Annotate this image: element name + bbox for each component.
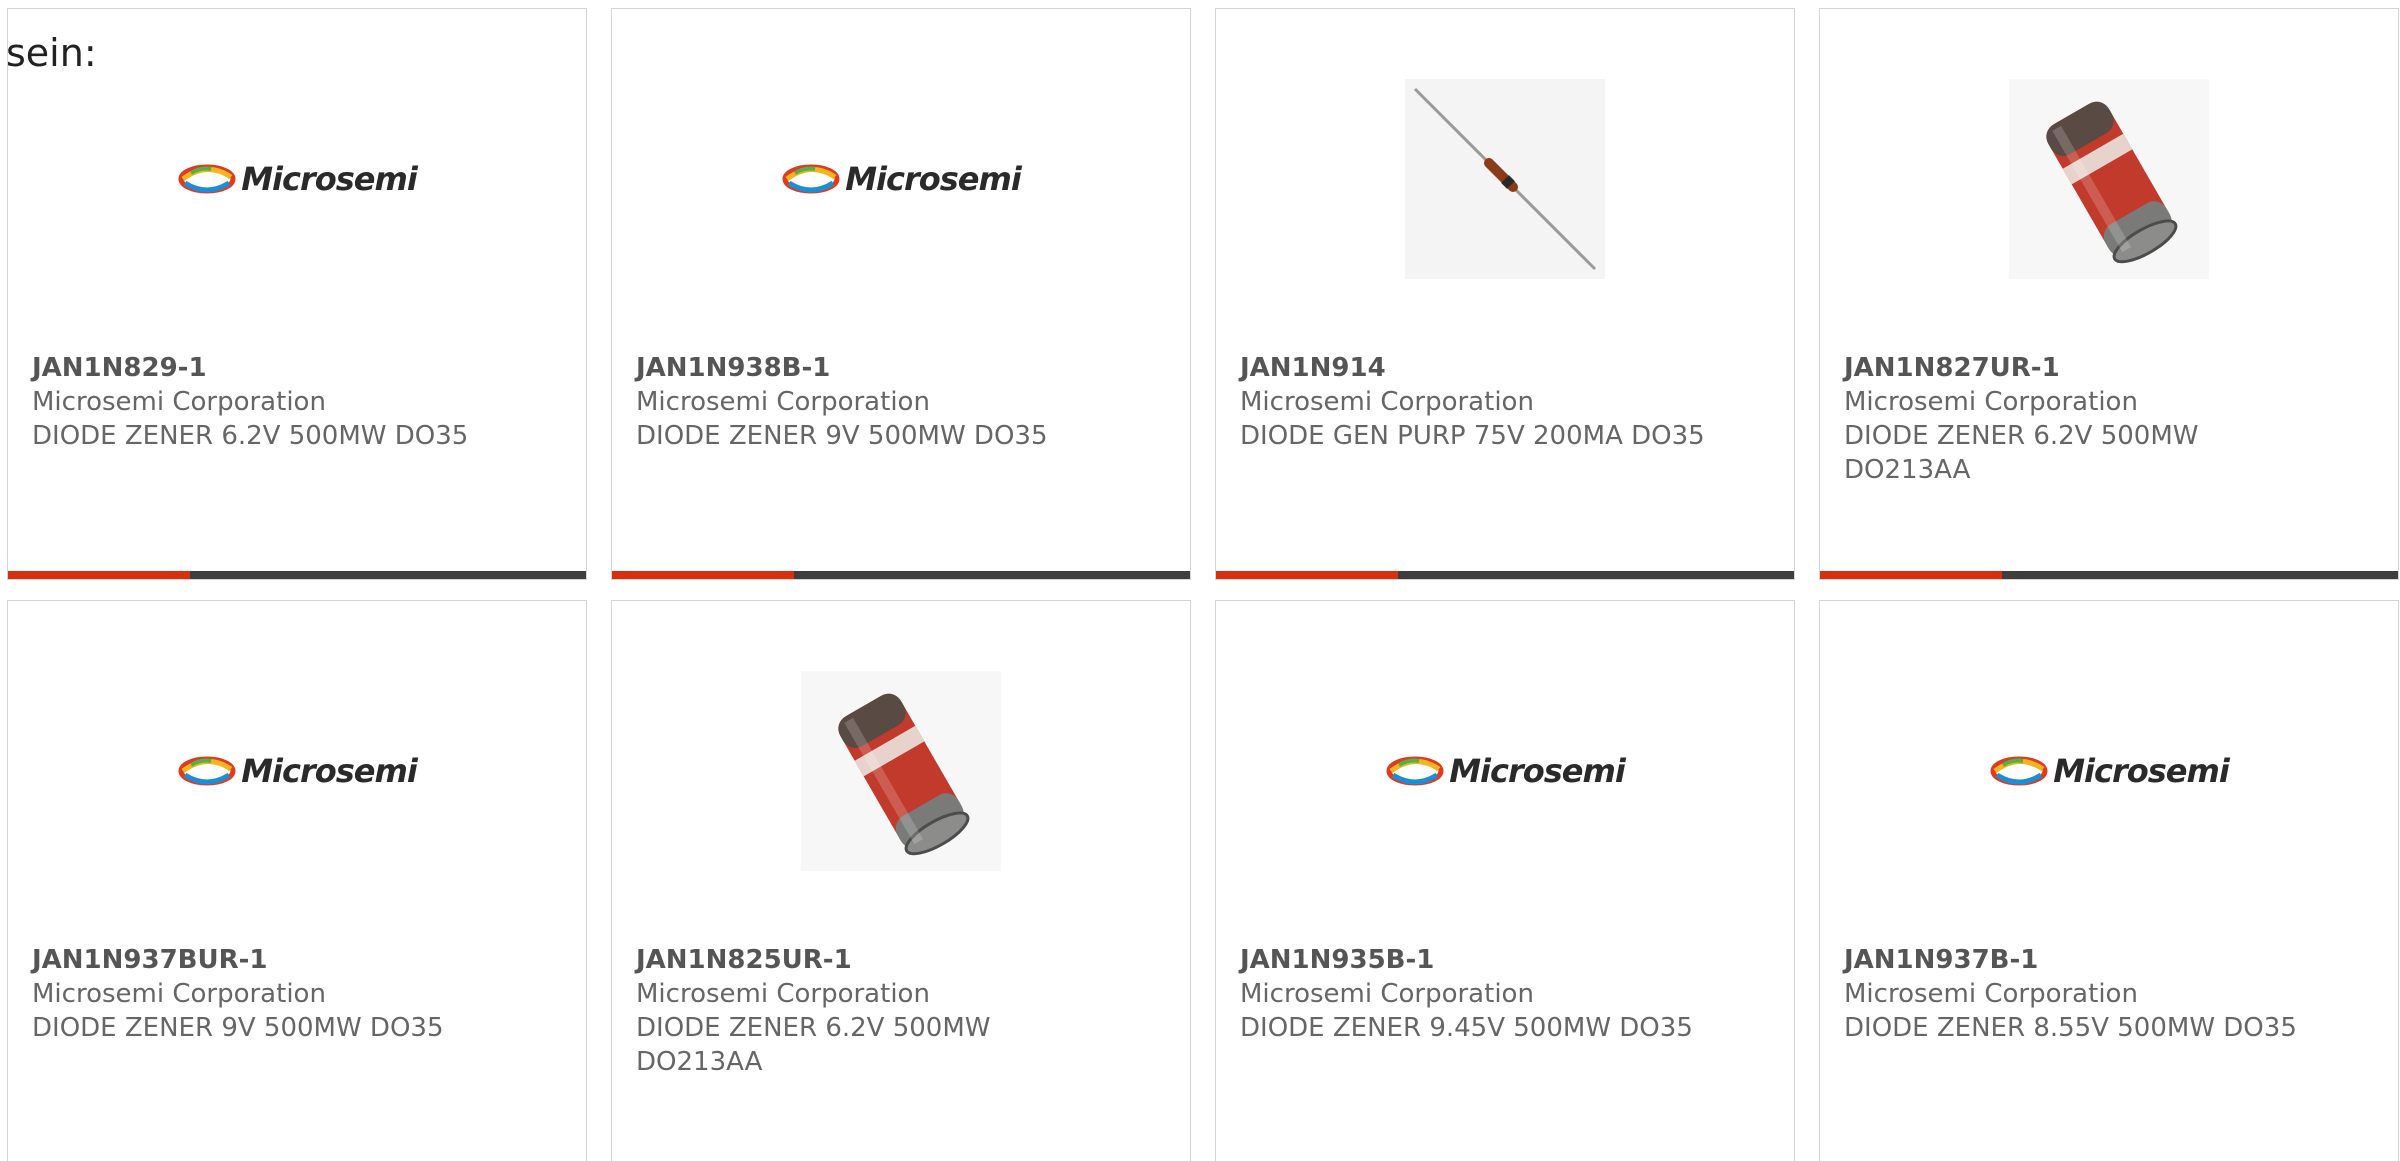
part-number-link[interactable]: JAN1N935B-1 <box>1240 943 1770 977</box>
product-description: DIODE ZENER 9V 500MW DO35 <box>636 421 1048 451</box>
product-info: JAN1N914 Microsemi Corporation DIODE GEN… <box>1240 351 1770 453</box>
microsemi-logo: Microsemi <box>1989 751 2230 791</box>
product-description: DIODE GEN PURP 75V 200MA DO35 <box>1240 421 1705 451</box>
product-image[interactable] <box>612 671 1190 871</box>
microsemi-logo: Microsemi <box>1385 751 1626 791</box>
melf-diode-icon <box>801 671 1001 871</box>
manufacturer-name: Microsemi Corporation <box>32 387 326 417</box>
card-footer-bar <box>1820 571 2398 579</box>
microsemi-logo: Microsemi <box>177 159 418 199</box>
product-card[interactable]: JAN1N914 Microsemi Corporation DIODE GEN… <box>1215 8 1795 580</box>
product-description: DIODE ZENER 6.2V 500MW DO213AA <box>1844 421 2199 485</box>
product-image[interactable] <box>1820 79 2398 279</box>
product-image[interactable]: Microsemi <box>612 79 1190 279</box>
product-grid: Microsemi JAN1N829-1 Microsemi Corporati… <box>7 8 2399 1161</box>
logo-text: Microsemi <box>2053 752 2230 790</box>
product-card[interactable]: Microsemi JAN1N935B-1 Microsemi Corporat… <box>1215 600 1795 1161</box>
manufacturer-name: Microsemi Corporation <box>1240 387 1534 417</box>
part-number-link[interactable]: JAN1N825UR-1 <box>636 943 1166 977</box>
product-info: JAN1N935B-1 Microsemi Corporation DIODE … <box>1240 943 1770 1045</box>
microsemi-logo: Microsemi <box>177 751 418 791</box>
product-card[interactable]: Microsemi JAN1N937B-1 Microsemi Corporat… <box>1819 600 2399 1161</box>
manufacturer-name: Microsemi Corporation <box>636 979 930 1009</box>
microsemi-logo: Microsemi <box>781 159 1022 199</box>
part-number-link[interactable]: JAN1N829-1 <box>32 351 562 385</box>
axial-diode-icon <box>1405 79 1605 279</box>
manufacturer-name: Microsemi Corporation <box>636 387 930 417</box>
product-card[interactable]: Microsemi JAN1N938B-1 Microsemi Corporat… <box>611 8 1191 580</box>
product-info: JAN1N937BUR-1 Microsemi Corporation DIOD… <box>32 943 562 1045</box>
logo-text: Microsemi <box>241 752 418 790</box>
microsemi-swoosh-icon <box>782 164 840 194</box>
product-info: JAN1N829-1 Microsemi Corporation DIODE Z… <box>32 351 562 453</box>
product-info: JAN1N938B-1 Microsemi Corporation DIODE … <box>636 351 1166 453</box>
logo-text: Microsemi <box>241 160 418 198</box>
product-description: DIODE ZENER 9.45V 500MW DO35 <box>1240 1013 1693 1043</box>
part-number-link[interactable]: JAN1N827UR-1 <box>1844 351 2374 385</box>
product-description: DIODE ZENER 6.2V 500MW DO35 <box>32 421 469 451</box>
manufacturer-name: Microsemi Corporation <box>1240 979 1534 1009</box>
card-footer-bar <box>8 571 586 579</box>
product-info: JAN1N827UR-1 Microsemi Corporation DIODE… <box>1844 351 2374 487</box>
product-info: JAN1N825UR-1 Microsemi Corporation DIODE… <box>636 943 1166 1079</box>
product-image[interactable]: Microsemi <box>8 79 586 279</box>
section-heading: sein: <box>6 31 97 75</box>
product-info: JAN1N937B-1 Microsemi Corporation DIODE … <box>1844 943 2374 1045</box>
product-image[interactable] <box>1216 79 1794 279</box>
product-description: DIODE ZENER 9V 500MW DO35 <box>32 1013 444 1043</box>
card-footer-bar <box>612 571 1190 579</box>
logo-text: Microsemi <box>845 160 1022 198</box>
logo-text: Microsemi <box>1449 752 1626 790</box>
part-number-link[interactable]: JAN1N937B-1 <box>1844 943 2374 977</box>
product-card[interactable]: JAN1N825UR-1 Microsemi Corporation DIODE… <box>611 600 1191 1161</box>
microsemi-swoosh-icon <box>178 164 236 194</box>
product-card[interactable]: JAN1N827UR-1 Microsemi Corporation DIODE… <box>1819 8 2399 580</box>
product-image[interactable]: Microsemi <box>8 671 586 871</box>
manufacturer-name: Microsemi Corporation <box>32 979 326 1009</box>
product-card[interactable]: Microsemi JAN1N937BUR-1 Microsemi Corpor… <box>7 600 587 1161</box>
product-image[interactable]: Microsemi <box>1216 671 1794 871</box>
microsemi-swoosh-icon <box>1386 756 1444 786</box>
part-number-link[interactable]: JAN1N937BUR-1 <box>32 943 562 977</box>
manufacturer-name: Microsemi Corporation <box>1844 387 2138 417</box>
part-number-link[interactable]: JAN1N938B-1 <box>636 351 1166 385</box>
product-description: DIODE ZENER 8.55V 500MW DO35 <box>1844 1013 2297 1043</box>
card-footer-bar <box>1216 571 1794 579</box>
product-image[interactable]: Microsemi <box>1820 671 2398 871</box>
microsemi-swoosh-icon <box>178 756 236 786</box>
part-number-link[interactable]: JAN1N914 <box>1240 351 1770 385</box>
page: Microsemi JAN1N829-1 Microsemi Corporati… <box>0 0 2400 1161</box>
manufacturer-name: Microsemi Corporation <box>1844 979 2138 1009</box>
product-card[interactable]: Microsemi JAN1N829-1 Microsemi Corporati… <box>7 8 587 580</box>
microsemi-swoosh-icon <box>1990 756 2048 786</box>
product-description: DIODE ZENER 6.2V 500MW DO213AA <box>636 1013 991 1077</box>
melf-diode-icon <box>2009 79 2209 279</box>
